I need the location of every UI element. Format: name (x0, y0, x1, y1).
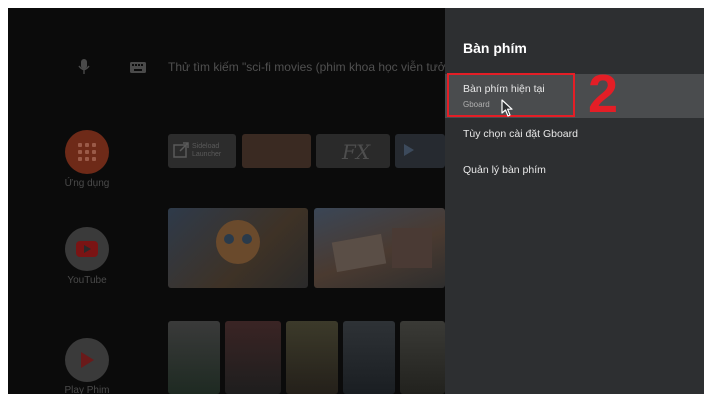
manage-keyboards-label: Quản lý bàn phím (463, 164, 546, 176)
manage-keyboards-item[interactable]: Quản lý bàn phím (445, 156, 704, 184)
movie-poster-5[interactable] (400, 321, 445, 394)
keyboard-icon[interactable] (130, 61, 146, 76)
movie-poster-2[interactable] (225, 321, 281, 394)
sideload-launcher-label: Sideload Launcher (192, 143, 222, 158)
movie-poster-1[interactable] (168, 321, 220, 394)
mouse-pointer-icon (501, 99, 515, 122)
youtube-label: YouTube (67, 275, 107, 286)
play-icon (81, 352, 94, 368)
gboard-settings-label: Tùy chọn cài đặt Gboard (463, 128, 578, 140)
search-placeholder[interactable]: Thử tìm kiếm "sci-fi movies (phim khoa h… (168, 60, 445, 74)
fx-tile[interactable]: FX (316, 134, 390, 168)
movie-poster-4[interactable] (343, 321, 395, 394)
tv-screen: Thử tìm kiếm "sci-fi movies (phim khoa h… (8, 8, 704, 394)
sideload-launcher-tile[interactable]: Sideload Launcher (168, 134, 236, 168)
keyboard-settings-panel: Bàn phím Bàn phím hiện tại Gboard Tùy ch… (445, 8, 704, 394)
movie-poster-3[interactable] (286, 321, 338, 394)
play-store-icon (403, 143, 415, 162)
youtube-icon[interactable] (65, 227, 109, 271)
panel-title: Bàn phím (463, 40, 527, 56)
app-tile-4[interactable] (395, 134, 445, 168)
apps-label: Ứng dụng (64, 178, 110, 189)
annotation-step-number: 2 (588, 64, 619, 124)
launcher-icon (173, 142, 189, 163)
app-tile-2[interactable] (242, 134, 311, 168)
fx-logo: FX (342, 140, 371, 164)
gboard-settings-item[interactable]: Tùy chọn cài đặt Gboard (445, 120, 704, 148)
grid-icon (78, 143, 96, 161)
play-movies-label: Play Phim (64, 385, 110, 394)
microphone-icon[interactable] (78, 59, 90, 78)
featured-thumbnail-1[interactable] (168, 208, 308, 288)
launcher-background: Thử tìm kiếm "sci-fi movies (phim khoa h… (8, 8, 445, 394)
featured-thumbnail-2[interactable] (314, 208, 445, 288)
play-movies-icon[interactable] (65, 338, 109, 382)
apps-icon[interactable] (65, 130, 109, 174)
